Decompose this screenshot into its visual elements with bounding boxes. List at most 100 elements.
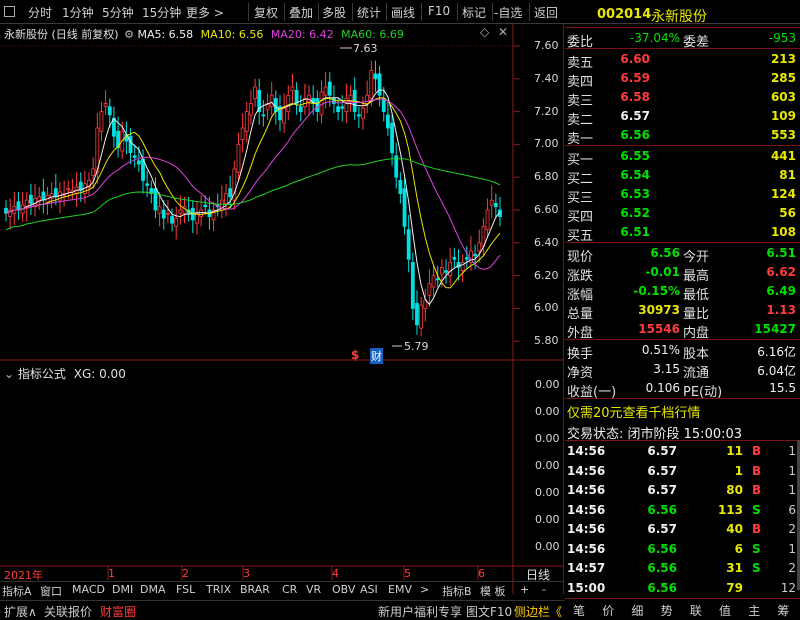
- candle-body: [340, 106, 345, 109]
- finance-marker-icon[interactable]: 财: [370, 348, 383, 364]
- tick-volume: 79: [726, 580, 743, 595]
- candle-body: [369, 70, 374, 99]
- indicator-tab[interactable]: BRAR: [240, 583, 270, 596]
- f10-graphic-button[interactable]: 图文F10: [466, 603, 512, 620]
- price-tick-label: 5.80: [534, 334, 559, 348]
- dropdown-icon[interactable]: ⌄: [4, 367, 14, 381]
- high-price-label: 7.63: [353, 42, 378, 55]
- order-book-row[interactable]: 买三 6.53 124: [565, 185, 800, 206]
- dollar-marker-icon[interactable]: $: [351, 348, 359, 362]
- indicator-tab[interactable]: VR: [306, 583, 321, 596]
- stat-row: 换手 0.51% 股本 6.16亿: [565, 341, 800, 362]
- related-quote-button[interactable]: 关联报价: [44, 603, 92, 620]
- indicator-tab[interactable]: +: [520, 583, 529, 596]
- tick-count: 6: [788, 502, 796, 517]
- right-tabs: 笔价细 势联值主筹: [565, 598, 800, 620]
- order-book-row[interactable]: 买五 6.51 108: [565, 223, 800, 244]
- bottom-bar: 扩展∧ 关联报价 财富圈 新用户福利专享 图文F10 侧边栏《: [0, 600, 564, 620]
- indicator-tab[interactable]: FSL: [176, 583, 195, 596]
- indicator-title[interactable]: 指标公式: [18, 367, 66, 381]
- tab-fenshi[interactable]: 分时: [28, 4, 52, 21]
- order-book-row[interactable]: 卖三 6.58 603: [565, 88, 800, 109]
- stat-value: 3.15: [653, 362, 680, 376]
- tick-side: S: [752, 541, 761, 556]
- order-book-row[interactable]: 卖五 6.60 213: [565, 50, 800, 71]
- kline-svg[interactable]: [0, 24, 564, 594]
- right-tab[interactable]: 势: [661, 602, 673, 619]
- right-tab[interactable]: 联: [690, 602, 702, 619]
- kline-chart-frame: 永新股份 (日线 前复权) ⚙ MA5: 6.58 MA10: 6.56 MA2…: [0, 24, 564, 598]
- multi-stock-button[interactable]: 多股: [322, 4, 346, 21]
- tab-15min[interactable]: 15分钟: [142, 4, 181, 21]
- indicator-tab[interactable]: 指标A: [2, 583, 32, 599]
- indicator-tab[interactable]: TRIX: [206, 583, 231, 596]
- tab-more[interactable]: 更多 >: [186, 4, 224, 21]
- new-user-welfare-link[interactable]: 新用户福利专享: [378, 603, 462, 620]
- candle-body: [273, 98, 278, 113]
- candle-body: [236, 144, 241, 173]
- indicator-tab[interactable]: 模 板: [480, 583, 506, 599]
- order-book-row[interactable]: 买四 6.52 56: [565, 204, 800, 225]
- candle-body: [145, 183, 150, 186]
- stats-button[interactable]: 统计: [357, 4, 381, 21]
- price-tick-label: 7.00: [534, 137, 559, 151]
- indicator-tick-label: 0.00: [535, 513, 560, 526]
- candle-body: [240, 127, 245, 140]
- order-book-row[interactable]: 卖一 6.56 553: [565, 126, 800, 147]
- indicator-tab[interactable]: >: [420, 583, 429, 596]
- promo-link[interactable]: 仅需20元查看千档行情: [567, 402, 701, 421]
- right-tab[interactable]: 价: [602, 602, 614, 619]
- tick-price: 6.56: [647, 580, 677, 595]
- stat-row: 现价 6.56 今开 6.51: [565, 244, 800, 265]
- candle-body: [290, 86, 295, 91]
- right-tab[interactable]: 主: [748, 602, 760, 619]
- candle-body: [489, 199, 494, 206]
- sidebar-toggle-button[interactable]: 侧边栏《: [514, 603, 562, 620]
- tick-time: 15:00: [567, 580, 606, 595]
- right-tab[interactable]: 细: [631, 602, 643, 619]
- candle-body: [29, 194, 33, 204]
- indicator-tab[interactable]: ASI: [360, 583, 378, 596]
- right-tab[interactable]: 值: [719, 602, 731, 619]
- indicator-tab[interactable]: MACD: [72, 583, 105, 596]
- draw-line-button[interactable]: 画线: [391, 4, 415, 21]
- overlay-button[interactable]: 叠加: [289, 4, 313, 21]
- indicator-tab[interactable]: CR: [282, 583, 297, 596]
- indicator-tab[interactable]: 窗口: [40, 583, 62, 599]
- remove-watchlist-button[interactable]: -自选: [494, 4, 522, 21]
- indicator-tab[interactable]: EMV: [388, 583, 412, 596]
- stock-header: 002014 永新股份: [565, 0, 800, 28]
- fuquan-button[interactable]: 复权: [254, 4, 278, 21]
- stock-name: 永新股份: [651, 9, 707, 25]
- indicator-tab[interactable]: -: [542, 583, 546, 596]
- tab-5min[interactable]: 5分钟: [102, 4, 134, 21]
- wealth-circle-button[interactable]: 财富圈: [100, 603, 136, 620]
- f10-button[interactable]: F10: [428, 4, 450, 18]
- mark-button[interactable]: 标记: [462, 4, 486, 21]
- right-tab[interactable]: 筹: [777, 602, 789, 619]
- book-volume: 213: [770, 52, 796, 66]
- tab-1min[interactable]: 1分钟: [62, 4, 94, 21]
- book-volume: 81: [779, 168, 796, 182]
- back-button[interactable]: 返回: [534, 4, 558, 21]
- order-book-row[interactable]: 卖四 6.59 285: [565, 69, 800, 90]
- indicator-tab[interactable]: OBV: [332, 583, 355, 596]
- candle-body: [16, 201, 21, 211]
- checkbox-icon[interactable]: [4, 4, 15, 20]
- weicha-value: -953: [768, 31, 796, 45]
- order-book-row[interactable]: 买一 6.55 441: [565, 147, 800, 168]
- right-tab[interactable]: 笔: [573, 602, 585, 619]
- indicator-tab[interactable]: DMI: [112, 583, 133, 596]
- indicator-tab[interactable]: DMA: [140, 583, 166, 596]
- indicator-tick-label: 0.00: [535, 432, 560, 445]
- price-tick-label: 6.80: [534, 170, 559, 184]
- candle-body: [435, 278, 440, 281]
- price-tick-label: 7.60: [534, 39, 559, 52]
- timeline-month: 1: [108, 567, 115, 580]
- indicator-tab[interactable]: 指标B: [442, 583, 472, 599]
- expand-button[interactable]: 扩展∧: [4, 603, 37, 620]
- tick-count: 2: [788, 561, 796, 575]
- order-book-row[interactable]: 卖二 6.57 109: [565, 107, 800, 128]
- promo-row[interactable]: 仅需20元查看千档行情: [565, 400, 800, 421]
- order-book-row[interactable]: 买二 6.54 81: [565, 166, 800, 187]
